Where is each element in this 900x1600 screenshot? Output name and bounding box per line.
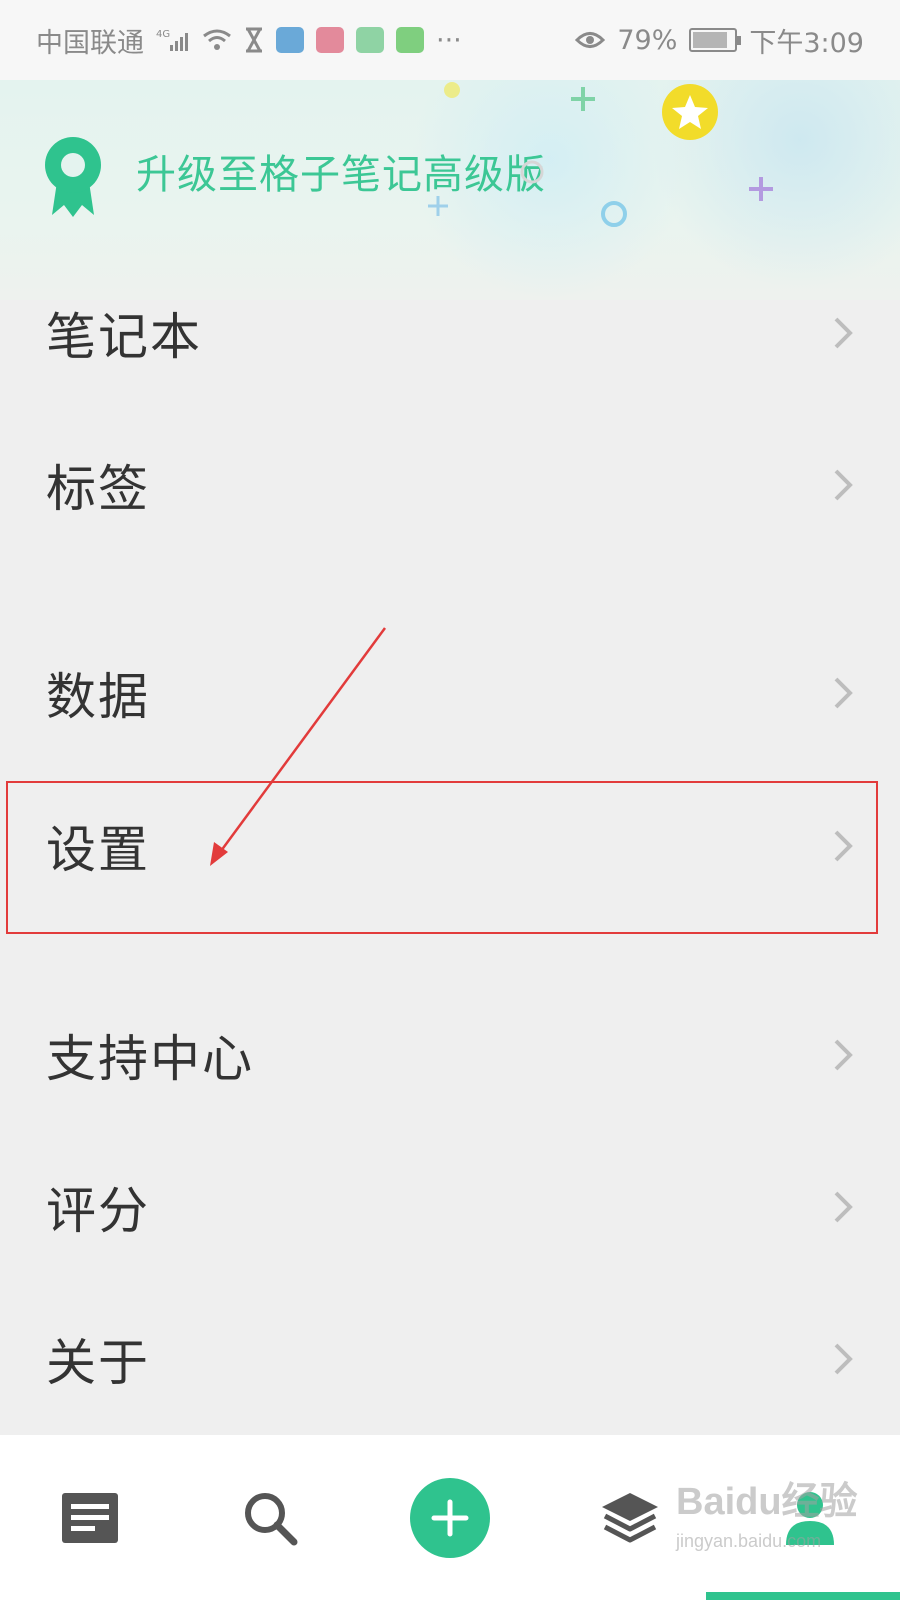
menu-item-label: 标签 — [46, 460, 150, 518]
carrier-name: 中国联通 — [36, 27, 144, 59]
battery-percent: 79% — [617, 24, 678, 56]
nav-notebooks-button[interactable] — [585, 1473, 675, 1563]
status-bar: 中国联通 4G ··· 79% 下午3:09 — [0, 0, 900, 80]
decorative-plus — [428, 196, 448, 216]
app-notification-icon — [316, 27, 344, 53]
app-notification-icon — [356, 27, 384, 53]
wifi-icon — [202, 28, 232, 52]
app-notification-icon — [276, 27, 304, 53]
eye-icon — [575, 29, 606, 51]
chevron-right-icon — [834, 469, 853, 501]
chevron-right-icon — [834, 677, 853, 709]
add-fab[interactable] — [410, 1477, 490, 1558]
chevron-right-icon — [834, 317, 853, 349]
signal-icon: 4G — [156, 27, 190, 53]
iqiyi-icon — [396, 27, 424, 53]
upgrade-title[interactable]: 升级至格子笔记高级版 — [136, 142, 546, 200]
award-ribbon-icon — [45, 137, 101, 217]
search-icon — [245, 1492, 298, 1545]
chevron-right-icon — [834, 1039, 853, 1071]
overflow-dots: ··· — [436, 24, 462, 56]
menu-item-data[interactable]: 数据 — [0, 618, 900, 768]
status-left: 中国联通 4G ··· — [36, 21, 462, 60]
nav-search-button[interactable] — [225, 1473, 315, 1563]
nav-notes-button[interactable] — [45, 1473, 135, 1563]
watermark-sub: jingyan.baidu.com — [676, 1531, 822, 1551]
hourglass-icon — [244, 27, 264, 53]
battery-icon — [689, 28, 742, 52]
layers-icon — [602, 1492, 658, 1542]
notes-icon — [62, 1492, 118, 1543]
menu-item-label: 支持中心 — [46, 1030, 254, 1088]
chevron-right-icon — [834, 1191, 853, 1223]
menu-item-tags[interactable]: 标签 — [0, 410, 900, 560]
menu-item-label: 数据 — [46, 668, 150, 726]
star-icon — [662, 84, 718, 140]
menu-item-about[interactable]: 关于 — [0, 1284, 900, 1434]
menu-item-label: 关于 — [46, 1334, 150, 1392]
menu-item-label: 笔记本 — [46, 308, 202, 366]
decorative-plus — [571, 87, 595, 111]
decorative-ring — [520, 160, 544, 184]
clock: 下午3:09 — [749, 27, 864, 59]
menu-item-label: 评分 — [46, 1182, 150, 1240]
status-right: 79% 下午3:09 — [575, 21, 864, 60]
decorative-dot — [444, 82, 460, 98]
menu-item-rate[interactable]: 评分 — [0, 1132, 900, 1282]
plus-icon — [431, 1499, 469, 1536]
chevron-right-icon — [834, 1343, 853, 1375]
active-tab-indicator — [706, 1592, 900, 1600]
decorative-ring — [601, 201, 627, 227]
highlight-box-annotation — [6, 781, 878, 934]
svg-text:4G: 4G — [156, 29, 170, 40]
watermark-main: Baidu经验 — [676, 1481, 858, 1523]
menu-item-notebooks[interactable]: 笔记本 — [0, 258, 900, 408]
decorative-plus — [749, 177, 773, 201]
menu-item-support[interactable]: 支持中心 — [0, 980, 900, 1130]
nav-add-button[interactable] — [405, 1473, 495, 1563]
watermark: Baidu经验 jingyan.baidu.com — [676, 1470, 858, 1552]
